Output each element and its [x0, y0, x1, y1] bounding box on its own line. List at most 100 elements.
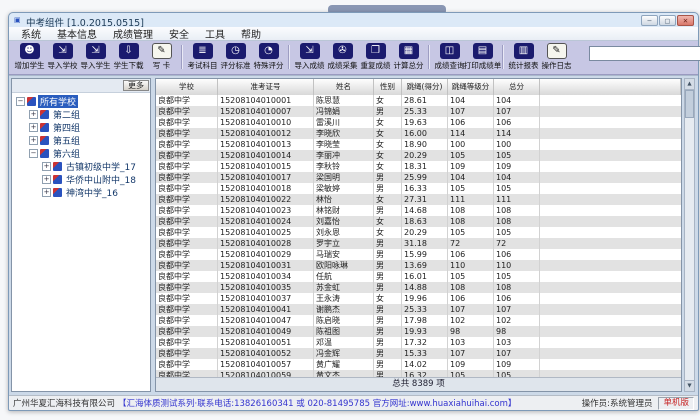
table-row[interactable]: 良都中学15208104010025刘永恩女20.29105105	[156, 227, 681, 238]
table-row[interactable]: 良都中学15208104010014李丽冲女20.29105105	[156, 150, 681, 161]
table-row[interactable]: 良都中学15208104010010雷溪川女19.63106106	[156, 117, 681, 128]
tree-expand-icon[interactable]: +	[42, 175, 51, 184]
table-cell-fill	[540, 183, 681, 194]
column-header-4[interactable]: 跳绳(得分)	[402, 79, 448, 95]
toolbar-button-duplicate-scores[interactable]: ❐重复成绩	[360, 43, 391, 71]
column-header-5[interactable]: 跳绳等级分	[448, 79, 494, 95]
toolbar-button-special-scoring[interactable]: ◔特殊评分	[253, 43, 284, 71]
menu-item-4[interactable]: 工具	[197, 26, 233, 41]
table-row[interactable]: 良都中学15208104010041谢鹏杰男25.33107107	[156, 304, 681, 315]
sidebar-item-5[interactable]: +古镇初级中学_17	[12, 160, 150, 173]
scroll-up-icon[interactable]: ▲	[685, 79, 694, 90]
table-row[interactable]: 良都中学15208104010057黄广耀男14.02109109	[156, 359, 681, 370]
toolbar-button-student-download[interactable]: ⇩学生下载	[113, 43, 144, 71]
toolbar-button-scoring-standard[interactable]: ◷评分标准	[220, 43, 251, 71]
toolbar-button-label: 操作日志	[542, 60, 572, 71]
company-name: 广州华夏汇海科技有限公司	[13, 397, 115, 409]
table-row[interactable]: 良都中学15208104010018梁敏婷男16.33105105	[156, 183, 681, 194]
table-row[interactable]: 良都中学15208104010047陈启晓男17.98102102	[156, 315, 681, 326]
column-header-0[interactable]: 学校	[156, 79, 218, 95]
tree-collapse-icon[interactable]: −	[29, 149, 38, 158]
table-row[interactable]: 良都中学15208104010012李晓欣女16.00114114	[156, 128, 681, 139]
tree-expand-icon[interactable]: +	[29, 123, 38, 132]
table-row[interactable]: 良都中学15208104010007冯锦娟男25.33107107	[156, 106, 681, 117]
table-row[interactable]: 良都中学15208104010028罗宇立男31.187272	[156, 238, 681, 249]
scrollbar-thumb[interactable]	[685, 90, 694, 118]
menu-item-1[interactable]: 基本信息	[49, 26, 105, 41]
maximize-button[interactable]: ▢	[659, 15, 676, 26]
sidebar-item-4[interactable]: −第六组	[12, 147, 150, 160]
table-row[interactable]: 良都中学15208104010022林怡女27.31111111	[156, 194, 681, 205]
table-cell: 良都中学	[156, 139, 218, 150]
title-bar[interactable]: ▣ 中考组件 [1.0.2015.0515] ─ ▢ ✕	[9, 13, 698, 27]
table-row[interactable]: 良都中学15208104010049陈祖图男19.939898	[156, 326, 681, 337]
table-row[interactable]: 良都中学15208104010013李晓莹女18.90100100	[156, 139, 681, 150]
table-row[interactable]: 良都中学15208104010035苏金虹男14.88108108	[156, 282, 681, 293]
table-row[interactable]: 良都中学15208104010017梁国明男25.99104104	[156, 172, 681, 183]
column-header-3[interactable]: 性别	[374, 79, 402, 95]
toolbar-button-operation-log[interactable]: ✎操作日志	[541, 43, 572, 71]
table-cell: 105	[494, 227, 540, 238]
tree-collapse-icon[interactable]: −	[16, 97, 25, 106]
menu-item-2[interactable]: 成绩管理	[105, 26, 161, 41]
sidebar-item-0[interactable]: −所有学校	[12, 95, 150, 108]
toolbar-button-stats-report[interactable]: ▥统计报表	[508, 43, 539, 71]
toolbar-separator	[502, 45, 504, 69]
table-row[interactable]: 良都中学15208104010001陈思慧女28.61104104	[156, 95, 681, 106]
toolbar-search-input[interactable]	[589, 46, 700, 61]
sidebar-item-6[interactable]: +华侨中山附中_18	[12, 173, 150, 186]
table-scrollbar[interactable]: ▲ ▼	[684, 78, 695, 392]
more-button[interactable]: 更多	[123, 80, 149, 91]
table-row[interactable]: 良都中学15208104010024刘嘉怡女18.63108108	[156, 216, 681, 227]
sidebar-item-7[interactable]: +神湾中学_16	[12, 186, 150, 199]
toolbar-button-write-card[interactable]: ✎写 卡	[146, 43, 177, 71]
scores-table: 学校准考证号姓名性别跳绳(得分)跳绳等级分总分 良都中学152081040100…	[155, 78, 682, 392]
tree-expand-icon[interactable]: +	[29, 110, 38, 119]
scroll-down-icon[interactable]: ▼	[685, 380, 694, 391]
menu-item-0[interactable]: 系统	[13, 26, 49, 41]
toolbar-button-import-school[interactable]: ⇲导入学校	[47, 43, 78, 71]
minimize-button[interactable]: ─	[641, 15, 658, 26]
table-cell: 苏金虹	[314, 282, 374, 293]
sidebar-item-2[interactable]: + 第四组	[12, 121, 150, 134]
table-cell: 111	[448, 194, 494, 205]
table-row[interactable]: 良都中学15208104010052冯金辉男15.33107107	[156, 348, 681, 359]
sidebar-item-1[interactable]: +第二组	[12, 108, 150, 121]
table-row[interactable]: 良都中学15208104010031欧阳咏琳男13.69110110	[156, 260, 681, 271]
column-header-2[interactable]: 姓名	[314, 79, 374, 95]
column-header-1[interactable]: 准考证号	[218, 79, 314, 95]
table-row[interactable]: 良都中学15208104010015李秋铃女18.31109109	[156, 161, 681, 172]
table-row[interactable]: 良都中学15208104010037王永涛女19.96106106	[156, 293, 681, 304]
table-cell: 19.96	[402, 293, 448, 304]
close-button[interactable]: ✕	[677, 15, 694, 26]
menu-item-3[interactable]: 安全	[161, 26, 197, 41]
table-row[interactable]: 良都中学15208104010034任航男16.01105105	[156, 271, 681, 282]
table-cell-fill	[540, 216, 681, 227]
toolbar-group-1: ≣考试科目◷评分标准◔特殊评分	[186, 43, 285, 71]
column-header-6[interactable]: 总分	[494, 79, 540, 95]
import-student-icon: ⇲	[86, 43, 106, 59]
table-row[interactable]: 良都中学15208104010051邓温男17.32103103	[156, 337, 681, 348]
toolbar-button-score-collection[interactable]: ✇成绩采集	[327, 43, 358, 71]
table-row[interactable]: 良都中学15208104010023林铭财男14.68108108	[156, 205, 681, 216]
table-cell: 107	[448, 304, 494, 315]
tree-item-label: 第四组	[51, 121, 82, 134]
tree-expand-icon[interactable]: +	[42, 188, 51, 197]
toolbar-button-add-student[interactable]: ☻增加学生	[14, 43, 45, 71]
tree-expand-icon[interactable]: +	[29, 136, 38, 145]
table-body[interactable]: 良都中学15208104010001陈思慧女28.61104104良都中学152…	[156, 95, 681, 378]
toolbar-button-import-scores[interactable]: ⇲导入成绩	[294, 43, 325, 71]
toolbar-button-import-student[interactable]: ⇲导入学生	[80, 43, 111, 71]
contact-info-link[interactable]: 【汇海体质测试系列·联系电话:13826160341 或 020-8149578…	[118, 397, 578, 409]
tree-panel-header: 更多	[12, 79, 150, 93]
toolbar-button-calc-total[interactable]: ▦计算总分	[393, 43, 424, 71]
menu-item-5[interactable]: 帮助	[233, 26, 269, 41]
toolbar-button-exam-subjects[interactable]: ≣考试科目	[187, 43, 218, 71]
table-row[interactable]: 良都中学15208104010029马瑞安男15.99106106	[156, 249, 681, 260]
toolbar-button-print-report[interactable]: ▤打印成绩单	[467, 43, 498, 71]
sidebar-item-3[interactable]: +第五组	[12, 134, 150, 147]
tree-expand-icon[interactable]: +	[42, 162, 51, 171]
table-cell: 林怡	[314, 194, 374, 205]
toolbar-button-score-query[interactable]: ◫成绩查询	[434, 43, 465, 71]
table-cell: 72	[448, 238, 494, 249]
